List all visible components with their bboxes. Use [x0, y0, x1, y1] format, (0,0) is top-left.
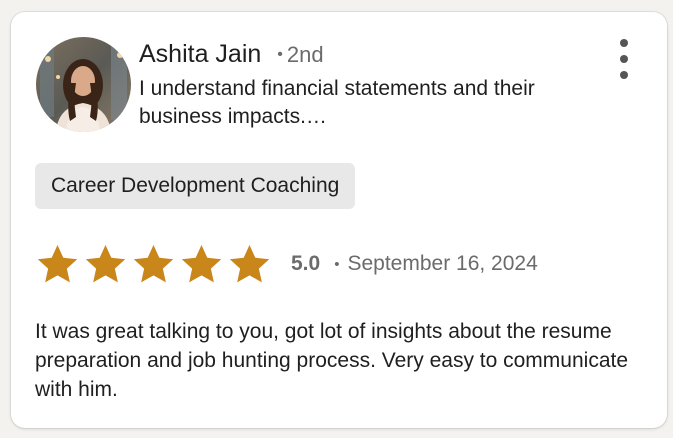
- rating-row: 5.0 • September 16, 2024: [35, 241, 538, 287]
- star-icon: [229, 244, 270, 282]
- reviewer-header: Ashita Jain • 2nd I understand financial…: [139, 40, 579, 131]
- rating-score: 5.0: [291, 252, 321, 275]
- more-options-button[interactable]: [613, 39, 635, 83]
- connection-separator: •: [277, 46, 283, 63]
- star-icon: [181, 244, 222, 282]
- reviewer-name-row: Ashita Jain • 2nd: [139, 40, 579, 69]
- reviewer-name[interactable]: Ashita Jain: [139, 40, 261, 69]
- connection-degree: 2nd: [286, 42, 324, 67]
- star-icon: [37, 244, 78, 282]
- star-icon: [133, 244, 174, 282]
- date-separator: •: [334, 255, 340, 273]
- review-text: It was great talking to you, got lot of …: [35, 320, 629, 401]
- service-tag: Career Development Coaching: [35, 163, 356, 209]
- star-rating: [35, 242, 275, 287]
- review-date: September 16, 2024: [347, 252, 538, 275]
- reviewer-avatar[interactable]: [36, 37, 131, 132]
- reviewer-headline: I understand financial statements and th…: [139, 77, 535, 128]
- star-icon: [85, 244, 126, 282]
- review-card: Ashita Jain • 2nd I understand financial…: [11, 12, 667, 428]
